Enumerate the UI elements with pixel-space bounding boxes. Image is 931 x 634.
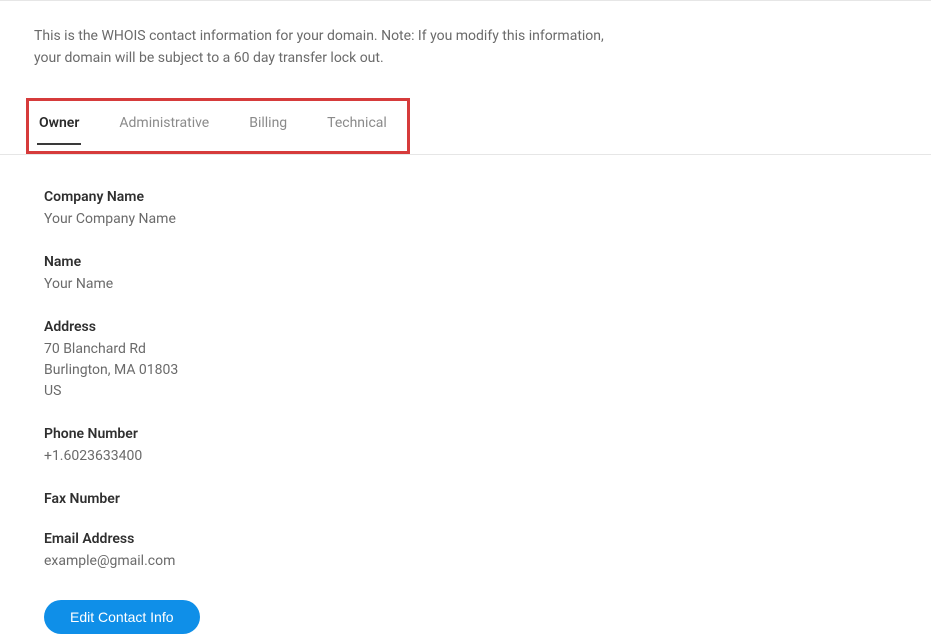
address-line2: Burlington, MA 01803 <box>44 362 178 378</box>
field-name: Name Your Name <box>44 254 897 295</box>
description-line1: This is the WHOIS contact information fo… <box>34 28 604 44</box>
tabs-highlight-box: Owner Administrative Billing Technical <box>26 98 410 154</box>
tab-billing[interactable]: Billing <box>247 109 289 143</box>
tab-administrative-label: Administrative <box>119 115 209 131</box>
field-phone: Phone Number +1.6023633400 <box>44 426 897 467</box>
name-value: Your Name <box>44 274 897 295</box>
address-line3: US <box>44 383 61 399</box>
company-name-label: Company Name <box>44 189 897 205</box>
contact-info-section: Company Name Your Company Name Name Your… <box>0 155 931 634</box>
company-name-value: Your Company Name <box>44 209 897 230</box>
tab-technical[interactable]: Technical <box>325 109 389 143</box>
edit-contact-button-label: Edit Contact Info <box>70 609 174 625</box>
tab-owner-label: Owner <box>39 115 79 131</box>
fax-label: Fax Number <box>44 491 897 507</box>
phone-value: +1.6023633400 <box>44 446 897 467</box>
tab-administrative[interactable]: Administrative <box>117 109 211 143</box>
tab-billing-label: Billing <box>249 115 287 131</box>
phone-label: Phone Number <box>44 426 897 442</box>
address-line1: 70 Blanchard Rd <box>44 341 146 357</box>
address-label: Address <box>44 319 897 335</box>
field-email: Email Address example@gmail.com <box>44 531 897 572</box>
field-address: Address 70 Blanchard Rd Burlington, MA 0… <box>44 319 897 402</box>
field-fax: Fax Number <box>44 491 897 507</box>
email-value: example@gmail.com <box>44 551 897 572</box>
tab-technical-label: Technical <box>327 115 387 131</box>
whois-description: This is the WHOIS contact information fo… <box>34 25 897 70</box>
contact-tabs: Owner Administrative Billing Technical <box>37 109 389 143</box>
edit-contact-button[interactable]: Edit Contact Info <box>44 600 200 634</box>
address-value: 70 Blanchard Rd Burlington, MA 01803 US <box>44 339 897 402</box>
description-line2: your domain will be subject to a 60 day … <box>34 50 384 66</box>
field-company-name: Company Name Your Company Name <box>44 189 897 230</box>
tab-owner[interactable]: Owner <box>37 109 81 143</box>
name-label: Name <box>44 254 897 270</box>
email-label: Email Address <box>44 531 897 547</box>
